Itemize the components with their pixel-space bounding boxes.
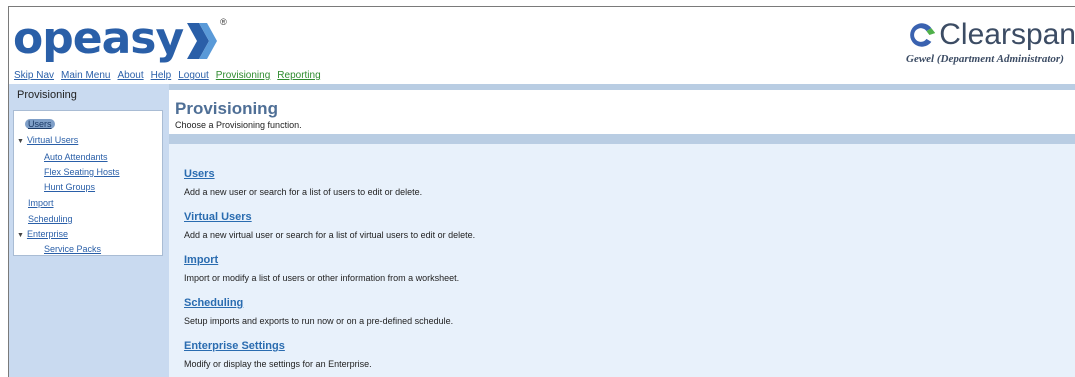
function-description: Setup imports and exports to run now or … <box>184 316 454 326</box>
users-link[interactable]: Users <box>184 168 215 180</box>
sidebar-item-scheduling[interactable]: Scheduling <box>28 214 73 224</box>
sidebar-item-label[interactable]: Scheduling <box>28 214 73 224</box>
sidebar: Provisioning Users ▼ Virtual Users Auto A… <box>9 84 169 377</box>
page-title: Provisioning <box>175 99 278 118</box>
function-description: Add a new virtual user or search for a l… <box>184 230 476 240</box>
provisioning-link[interactable]: Provisioning <box>216 70 270 81</box>
sidebar-item-auto-attendants[interactable]: Auto Attendants <box>44 152 108 162</box>
logo-text: opeasy <box>13 13 184 64</box>
page-subtitle: Choose a Provisioning function. <box>175 120 302 130</box>
sidebar-title: Provisioning <box>17 89 77 101</box>
sidebar-item-service-packs[interactable]: Service Packs <box>44 244 101 254</box>
sidebar-item-label[interactable]: Auto Attendants <box>44 152 108 162</box>
sidebar-item-label[interactable]: Import <box>28 198 54 208</box>
opeasy-logo: opeasy ® <box>13 15 227 67</box>
function-scheduling: Scheduling Setup imports and exports to … <box>184 293 453 326</box>
main-content: Provisioning Choose a Provisioning funct… <box>169 90 1075 377</box>
app-window: opeasy ® Clearspan Gewel (Department Adm… <box>8 6 1075 377</box>
top-nav: Skip Nav Main Menu About Help Logout Pro… <box>14 70 321 81</box>
user-role: Gewel (Department Administrator) <box>906 53 1064 65</box>
function-description: Modify or display the settings for an En… <box>184 359 372 369</box>
main-menu-link[interactable]: Main Menu <box>61 70 110 81</box>
sidebar-item-label[interactable]: Hunt Groups <box>44 182 95 192</box>
enterprise-settings-link[interactable]: Enterprise Settings <box>184 340 285 352</box>
sidebar-tree-panel: Users ▼ Virtual Users Auto Attendants Fle… <box>13 110 163 256</box>
sidebar-item-hunt-groups[interactable]: Hunt Groups <box>44 182 95 192</box>
caret-down-icon[interactable]: ▼ <box>17 138 24 145</box>
function-virtual-users: Virtual Users Add a new virtual user or … <box>184 207 475 240</box>
skip-nav-link[interactable]: Skip Nav <box>14 70 54 81</box>
import-link[interactable]: Import <box>184 254 218 266</box>
sidebar-item-users[interactable]: Users <box>25 119 55 129</box>
sidebar-item-flex-seating-hosts[interactable]: Flex Seating Hosts <box>44 167 120 177</box>
registered-mark: ® <box>220 17 227 27</box>
sidebar-item-label[interactable]: Users <box>25 119 55 129</box>
help-link[interactable]: Help <box>151 70 172 81</box>
sidebar-item-enterprise[interactable]: ▼ Enterprise <box>17 229 68 239</box>
function-description: Add a new user or search for a list of u… <box>184 187 423 197</box>
brand-name: Clearspan <box>939 18 1075 51</box>
sidebar-item-label[interactable]: Flex Seating Hosts <box>44 167 120 177</box>
content-divider <box>169 134 1075 144</box>
sidebar-item-label[interactable]: Virtual Users <box>27 135 78 145</box>
sidebar-item-label[interactable]: Service Packs <box>44 244 101 254</box>
sidebar-item-label[interactable]: Enterprise <box>27 229 68 239</box>
function-list: Users Add a new user or search for a lis… <box>169 144 1075 377</box>
clearspan-brand: Clearspan Gewel (Department Administrato… <box>906 19 1075 69</box>
clearspan-logo-icon <box>910 23 936 47</box>
sidebar-item-virtual-users[interactable]: ▼ Virtual Users <box>17 135 78 145</box>
scheduling-link[interactable]: Scheduling <box>184 297 243 309</box>
logout-link[interactable]: Logout <box>178 70 209 81</box>
reporting-link[interactable]: Reporting <box>277 70 320 81</box>
function-enterprise-settings: Enterprise Settings Modify or display th… <box>184 336 372 369</box>
sidebar-item-import[interactable]: Import <box>28 198 54 208</box>
about-link[interactable]: About <box>117 70 143 81</box>
caret-down-icon[interactable]: ▼ <box>17 232 24 239</box>
function-import: Import Import or modify a list of users … <box>184 250 459 283</box>
chevron-logo-icon <box>187 23 218 59</box>
virtual-users-link[interactable]: Virtual Users <box>184 211 252 223</box>
function-description: Import or modify a list of users or othe… <box>184 273 460 283</box>
function-users: Users Add a new user or search for a lis… <box>184 164 422 197</box>
header: opeasy ® Clearspan Gewel (Department Adm… <box>9 7 1075 87</box>
